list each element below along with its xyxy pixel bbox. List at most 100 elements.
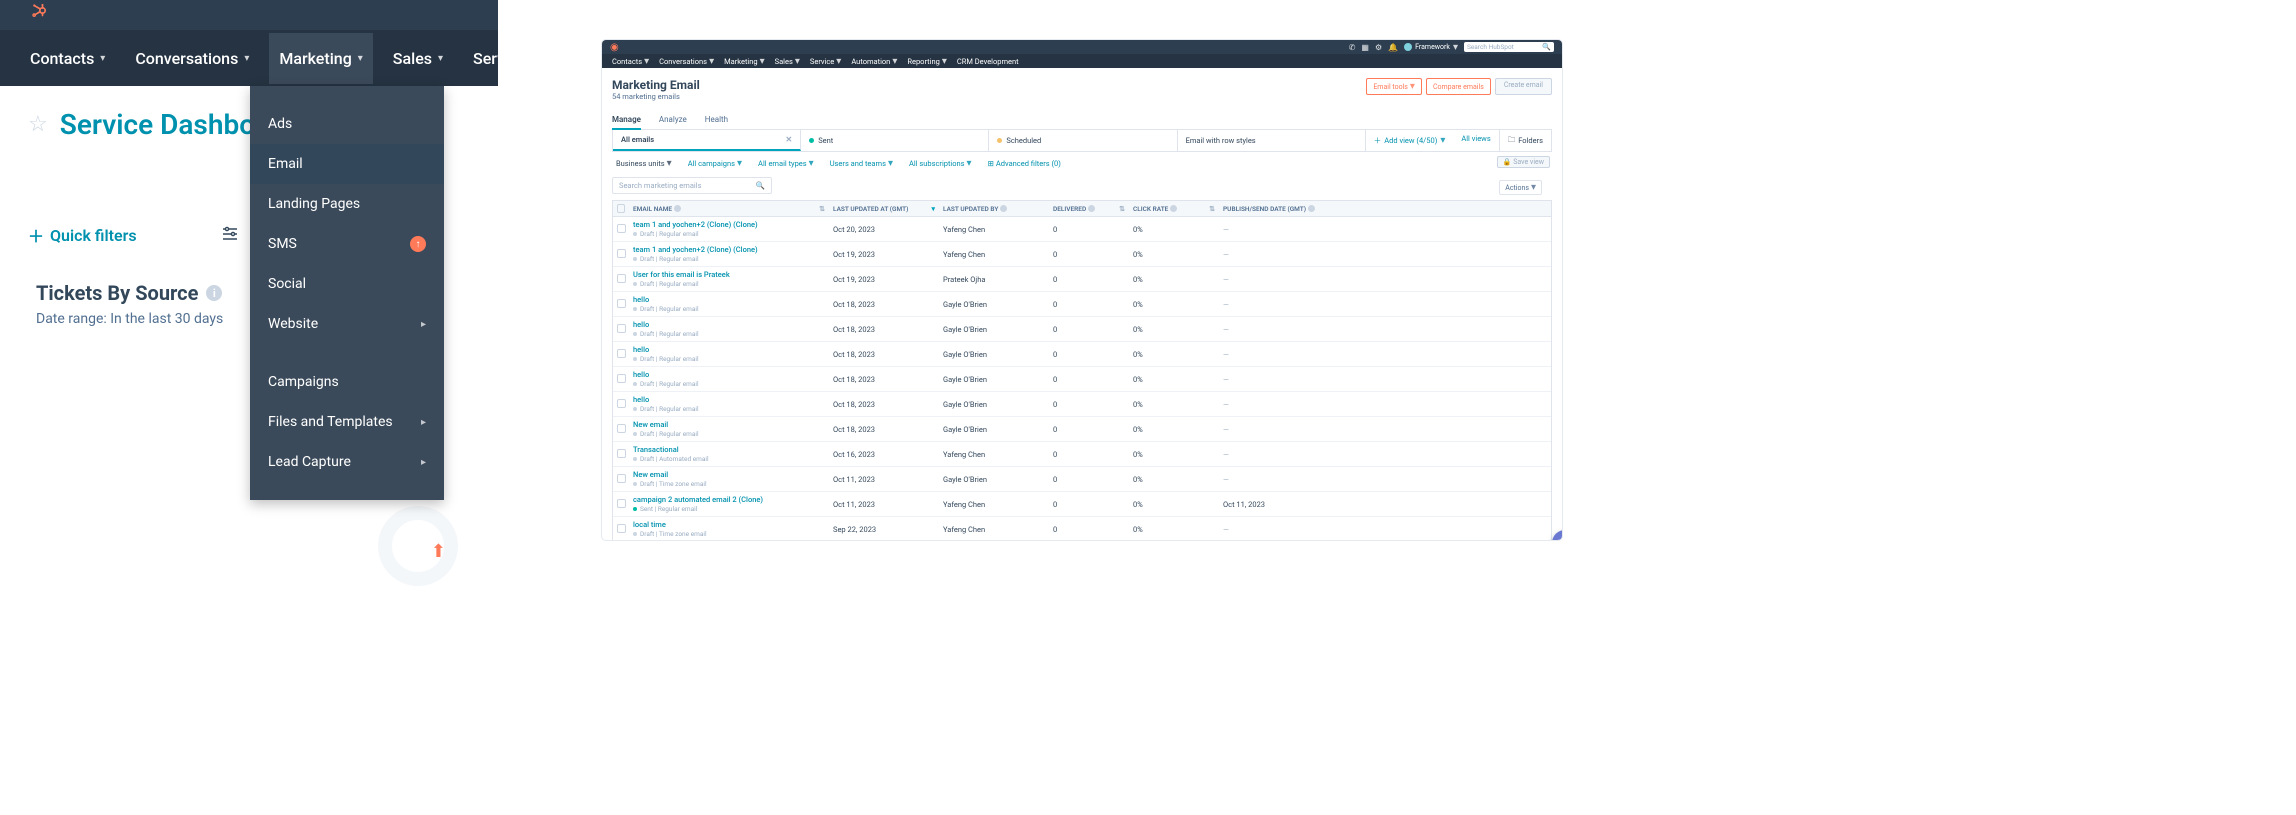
favorite-star-icon[interactable]: ☆	[28, 112, 48, 137]
row-checkbox[interactable]	[617, 349, 626, 358]
dd-email[interactable]: Email	[250, 144, 444, 184]
nav-sales[interactable]: Sales▾	[393, 49, 443, 68]
nav-automation[interactable]: Automation▾	[851, 56, 897, 67]
table-row[interactable]: helloDraft | Regular emailOct 18, 2023Ga…	[613, 367, 1551, 392]
email-name-link[interactable]: hello	[633, 320, 649, 329]
filter-users-teams[interactable]: Users and teams▾	[830, 158, 893, 169]
email-name-link[interactable]: User for this email is Prateek	[633, 270, 730, 279]
email-name-link[interactable]: campaign 2 automated email 2 (Clone)	[633, 495, 763, 504]
dd-campaigns[interactable]: Campaigns	[250, 362, 444, 402]
select-all-checkbox[interactable]	[617, 204, 625, 213]
hubspot-logo-icon[interactable]: ◉	[610, 42, 619, 53]
nav-conversations[interactable]: Conversations▾	[135, 49, 249, 68]
account-menu[interactable]: Framework▾	[1404, 42, 1458, 53]
table-row[interactable]: helloDraft | Regular emailOct 18, 2023Ga…	[613, 292, 1551, 317]
all-views-link[interactable]: All views	[1453, 130, 1498, 151]
table-row[interactable]: New emailDraft | Time zone emailOct 11, …	[613, 467, 1551, 492]
email-name-link[interactable]: local time	[633, 520, 666, 529]
nav-contacts[interactable]: Contacts▾	[612, 56, 649, 67]
table-row[interactable]: campaign 2 automated email 2 (Clone)Sent…	[613, 492, 1551, 517]
global-search-input[interactable]: Search HubSpot🔍	[1464, 42, 1554, 52]
col-email-name[interactable]: Email name⇅	[629, 205, 829, 213]
row-checkbox[interactable]	[617, 224, 626, 233]
table-row[interactable]: TransactionalDraft | Automated emailOct …	[613, 442, 1551, 467]
table-row[interactable]: User for this email is PrateekDraft | Re…	[613, 267, 1551, 292]
email-tools-button[interactable]: Email tools▾	[1366, 78, 1422, 95]
filter-business-units[interactable]: Business units▾	[616, 158, 672, 169]
table-row[interactable]: New emailDraft | Regular emailOct 18, 20…	[613, 417, 1551, 442]
email-name-link[interactable]: team 1 and yochen+2 (Clone) (Clone)	[633, 245, 758, 254]
filter-campaigns[interactable]: All campaigns▾	[688, 158, 742, 169]
nav-conversations[interactable]: Conversations▾	[659, 56, 714, 67]
email-name-link[interactable]: hello	[633, 395, 649, 404]
view-row-styles[interactable]: Email with row styles	[1178, 130, 1366, 151]
bell-icon[interactable]: 🔔	[1388, 43, 1398, 52]
tab-manage[interactable]: Manage	[612, 111, 641, 130]
table-row[interactable]: local timeDraft | Time zone emailSep 22,…	[613, 517, 1551, 540]
row-checkbox[interactable]	[617, 374, 626, 383]
close-icon[interactable]: ✕	[785, 135, 792, 144]
compare-emails-button[interactable]: Compare emails	[1426, 78, 1491, 95]
nav-marketing[interactable]: Marketing▾	[269, 33, 372, 84]
filter-sliders-icon[interactable]	[222, 226, 238, 244]
table-row[interactable]: helloDraft | Regular emailOct 18, 2023Ga…	[613, 342, 1551, 367]
dd-sms[interactable]: SMS↑	[250, 224, 444, 264]
nav-marketing[interactable]: Marketing▾	[724, 56, 765, 67]
row-checkbox[interactable]	[617, 399, 626, 408]
dd-files-templates[interactable]: Files and Templates▸	[250, 402, 444, 442]
table-row[interactable]: team 1 and yochen+2 (Clone) (Clone)Draft…	[613, 242, 1551, 267]
row-checkbox[interactable]	[617, 424, 626, 433]
info-icon[interactable]: i	[206, 285, 222, 301]
nav-service[interactable]: Service	[473, 49, 526, 68]
quick-filters-button[interactable]: ＋ Quick filters	[28, 223, 137, 247]
dd-lead-capture[interactable]: Lead Capture▸	[250, 442, 444, 482]
email-name-link[interactable]: hello	[633, 295, 649, 304]
col-delivered[interactable]: Delivered⇅	[1049, 205, 1129, 213]
nav-contacts[interactable]: Contacts▾	[30, 49, 105, 68]
tab-health[interactable]: Health	[705, 111, 728, 129]
row-checkbox[interactable]	[617, 299, 626, 308]
dd-social[interactable]: Social	[250, 264, 444, 304]
phone-icon[interactable]: ✆	[1349, 43, 1356, 52]
email-name-link[interactable]: team 1 and yochen+2 (Clone) (Clone)	[633, 220, 758, 229]
table-row[interactable]: helloDraft | Regular emailOct 18, 2023Ga…	[613, 392, 1551, 417]
calendar-icon[interactable]: ▦	[1361, 43, 1369, 52]
row-checkbox[interactable]	[617, 524, 626, 533]
create-email-button[interactable]: Create email	[1495, 78, 1552, 95]
row-checkbox[interactable]	[617, 449, 626, 458]
dd-website[interactable]: Website▸	[250, 304, 444, 344]
table-row[interactable]: team 1 and yochen+2 (Clone) (Clone)Draft…	[613, 217, 1551, 242]
email-name-link[interactable]: Transactional	[633, 445, 679, 454]
nav-crm-dev[interactable]: CRM Development	[957, 57, 1019, 66]
filter-subscriptions[interactable]: All subscriptions▾	[909, 158, 972, 169]
folders-button[interactable]: 🗀Folders	[1499, 130, 1551, 151]
col-click-rate[interactable]: Click rate⇅	[1129, 205, 1219, 213]
add-view-button[interactable]: ＋Add view (4/50)▾	[1366, 130, 1454, 151]
actions-menu[interactable]: Actions▾	[1499, 180, 1542, 195]
gear-icon[interactable]: ⚙	[1375, 43, 1382, 52]
email-name-link[interactable]: hello	[633, 370, 649, 379]
row-checkbox[interactable]	[617, 324, 626, 333]
save-view-button[interactable]: 🔒Save view	[1497, 156, 1551, 168]
nav-sales[interactable]: Sales▾	[775, 56, 800, 67]
filter-advanced[interactable]: ⊞Advanced filters (0)	[988, 159, 1061, 168]
dd-ads[interactable]: Ads	[250, 104, 444, 144]
dd-landing-pages[interactable]: Landing Pages	[250, 184, 444, 224]
email-name-link[interactable]: New email	[633, 470, 668, 479]
table-row[interactable]: helloDraft | Regular emailOct 18, 2023Ga…	[613, 317, 1551, 342]
view-sent[interactable]: Sent	[801, 130, 989, 151]
email-name-link[interactable]: hello	[633, 345, 649, 354]
view-all-emails[interactable]: All emails✕	[613, 130, 801, 151]
row-checkbox[interactable]	[617, 274, 626, 283]
nav-service[interactable]: Service▾	[810, 56, 841, 67]
row-checkbox[interactable]	[617, 249, 626, 258]
filter-email-types[interactable]: All email types▾	[758, 158, 814, 169]
row-checkbox[interactable]	[617, 474, 626, 483]
col-updated-by[interactable]: Last updated by	[939, 205, 1049, 213]
search-emails-input[interactable]: Search marketing emails 🔍	[612, 177, 772, 194]
view-scheduled[interactable]: Scheduled	[989, 130, 1177, 151]
col-publish-date[interactable]: Publish/Send date (GMT)	[1219, 205, 1339, 213]
nav-reporting[interactable]: Reporting▾	[907, 56, 946, 67]
email-name-link[interactable]: New email	[633, 420, 668, 429]
row-checkbox[interactable]	[617, 499, 626, 508]
